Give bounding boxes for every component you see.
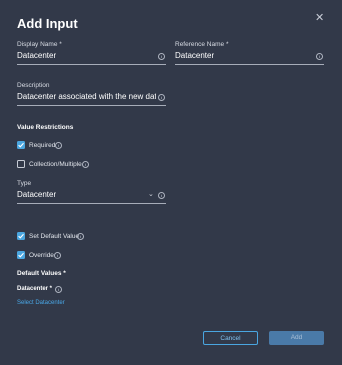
description-label: Description: [17, 82, 50, 89]
info-icon: i: [54, 252, 61, 259]
info-icon: i: [55, 286, 62, 293]
description-value: Datacenter associated with the new datas…: [17, 92, 156, 101]
close-icon[interactable]: ✕: [315, 12, 324, 24]
dialog-title: Add Input: [17, 16, 78, 31]
info-icon: i: [158, 94, 165, 101]
display-name-field[interactable]: Datacenter i: [17, 49, 166, 65]
checkmark-icon: [18, 233, 24, 239]
display-name-value: Datacenter: [17, 51, 57, 60]
info-icon: i: [316, 53, 323, 60]
description-field[interactable]: Datacenter associated with the new datas…: [17, 90, 166, 106]
set-default-value-label: Set Default Value: [29, 233, 80, 240]
info-icon: i: [77, 233, 84, 240]
type-select[interactable]: Datacenter ⌄ i: [17, 188, 166, 204]
info-icon: i: [158, 192, 165, 199]
chevron-down-icon: ⌄: [148, 191, 154, 198]
checkmark-icon: [18, 142, 24, 148]
reference-name-field[interactable]: Datacenter i: [175, 49, 324, 65]
info-icon: i: [82, 161, 89, 168]
reference-name-label: Reference Name *: [175, 41, 229, 48]
reference-name-value: Datacenter: [175, 51, 215, 60]
cancel-button[interactable]: Cancel: [203, 331, 258, 345]
collection-multiple-label: Collection/Multiple: [29, 161, 82, 168]
checkmark-icon: [18, 252, 24, 258]
collection-multiple-checkbox[interactable]: [17, 160, 25, 168]
add-input-dialog: Add Input ✕ Display Name * Datacenter i …: [0, 0, 342, 365]
required-label: Required: [29, 142, 56, 149]
select-datacenter-link[interactable]: Select Datacenter: [17, 300, 65, 306]
override-checkbox[interactable]: [17, 251, 25, 259]
type-label: Type: [17, 180, 32, 187]
datacenter-default-label: Datacenter *: [17, 286, 53, 292]
override-label: Override: [29, 252, 54, 259]
required-checkbox[interactable]: [17, 141, 25, 149]
display-name-label: Display Name *: [17, 41, 62, 48]
type-value: Datacenter: [17, 190, 57, 199]
add-button[interactable]: Add: [269, 331, 324, 345]
set-default-value-checkbox[interactable]: [17, 232, 25, 240]
default-values-title: Default Values *: [17, 270, 66, 277]
value-restrictions-title: Value Restrictions: [17, 124, 74, 131]
info-icon: i: [55, 142, 62, 149]
info-icon: i: [158, 53, 165, 60]
